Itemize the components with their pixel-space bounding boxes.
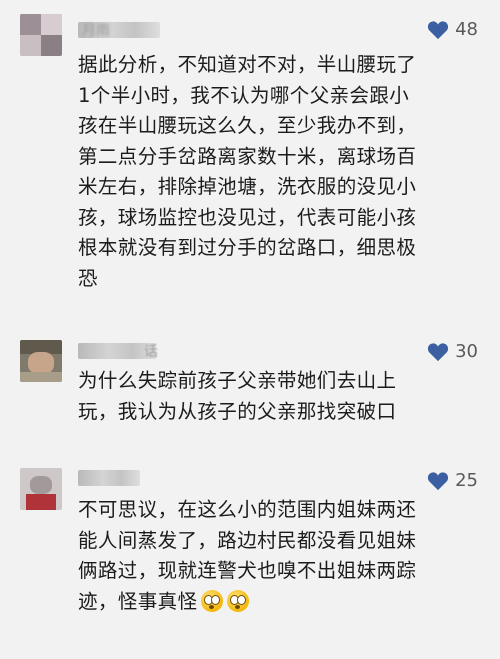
like-button[interactable]: 25 [427, 470, 478, 491]
like-count: 30 [455, 341, 478, 362]
heart-icon [428, 471, 449, 490]
like-count: 25 [455, 470, 478, 491]
like-button[interactable]: 30 [427, 341, 478, 362]
avatar[interactable] [20, 340, 62, 382]
avatar[interactable] [20, 468, 62, 510]
like-count: 48 [455, 19, 478, 40]
username: 话 [144, 344, 158, 360]
comment-text: 不可思议，在这么小的范围内姐妹两还 能人间蒸发了，路边村民都没看见姐妹 俩路过，… [78, 495, 484, 617]
heart-icon [428, 20, 449, 39]
like-button[interactable]: 48 [427, 19, 478, 40]
flushed-face-emoji-icon [201, 589, 224, 612]
heart-icon [428, 342, 449, 361]
avatar[interactable] [20, 14, 62, 56]
comment-text: 为什么失踪前孩子父亲带她们去山上 玩，我认为从孩子的父亲那找突破口 [78, 369, 397, 423]
username: 月雨 [82, 23, 110, 39]
username-blurred[interactable] [78, 470, 140, 486]
comment-text: 据此分析，不知道对不对，半山腰玩了 1个半小时，我不认为哪个父亲会跟小 孩在半山… [78, 53, 417, 290]
flushed-face-emoji-icon [227, 589, 250, 612]
